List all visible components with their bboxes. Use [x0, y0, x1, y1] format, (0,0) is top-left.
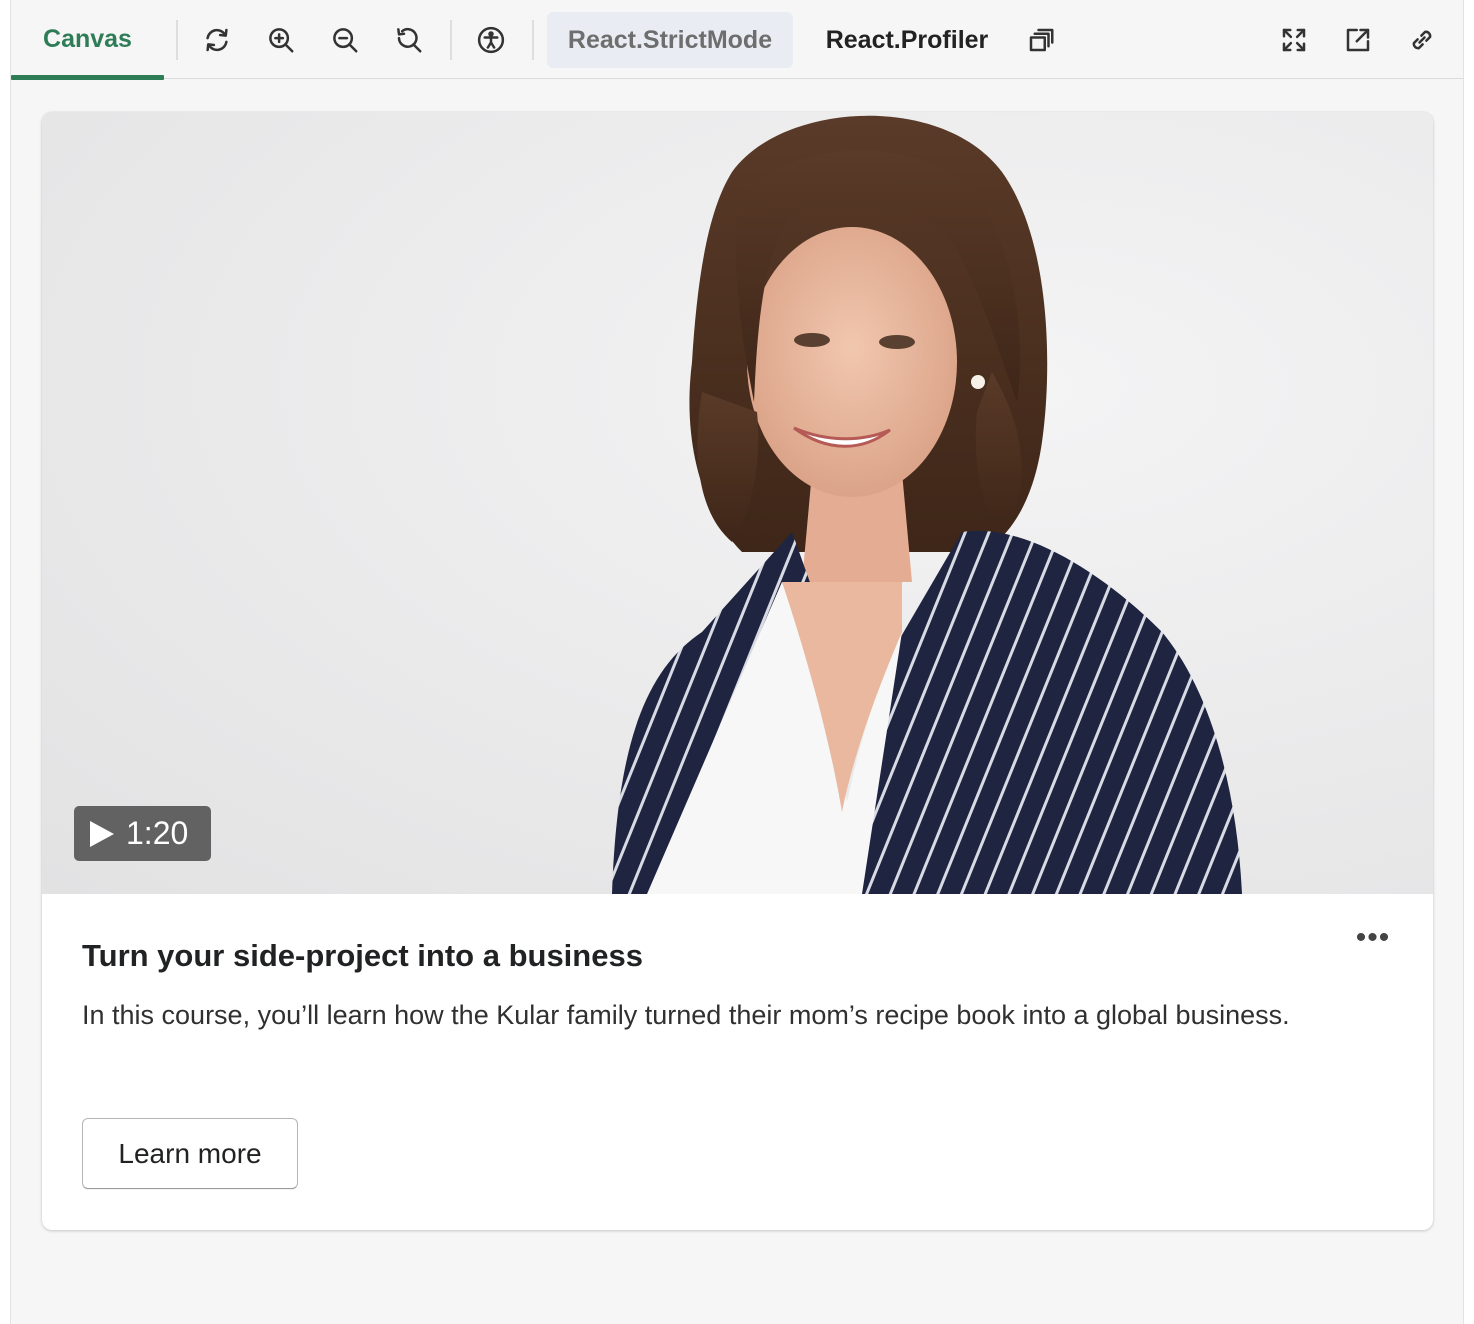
- video-duration: 1:20: [126, 815, 189, 851]
- accessibility-icon: [477, 26, 505, 54]
- tab-canvas-label: Canvas: [43, 25, 132, 53]
- profiler-label: React.Profiler: [825, 25, 989, 54]
- fullscreen-icon: [1282, 28, 1306, 52]
- copy-link-button[interactable]: [1402, 20, 1442, 60]
- zoom-reset-icon: [397, 28, 422, 53]
- zoom-out-button[interactable]: [325, 20, 365, 60]
- storybook-frame: Canvas React.StrictMode React.Profiler 1…: [10, 0, 1464, 1324]
- copy-link-icon: [1412, 30, 1432, 50]
- toolbar: Canvas React.StrictMode React.Profiler: [11, 0, 1463, 80]
- accessibility-button[interactable]: [471, 20, 511, 60]
- more-actions-button[interactable]: •••: [1348, 920, 1398, 956]
- card-description: In this course, you’ll learn how the Kul…: [82, 1000, 1290, 1030]
- open-new-tab-button[interactable]: [1338, 20, 1378, 60]
- fullscreen-button[interactable]: [1274, 20, 1314, 60]
- outline-button[interactable]: [1021, 20, 1061, 60]
- outline-icon: [1029, 28, 1054, 52]
- zoom-out-icon: [333, 28, 358, 53]
- more-icon: •••: [1355, 921, 1391, 954]
- tab-canvas[interactable]: Canvas: [11, 0, 164, 80]
- zoom-reset-button[interactable]: [389, 20, 429, 60]
- media-card: 1:20 Turn your side-project into a busin…: [42, 112, 1433, 1230]
- reload-icon: [206, 28, 228, 52]
- card-title: Turn your side-project into a business: [82, 938, 643, 973]
- zoom-in-button[interactable]: [261, 20, 301, 60]
- learn-more-button[interactable]: Learn more: [82, 1118, 298, 1189]
- toolbar-divider: [532, 20, 534, 60]
- strict-mode-toggle[interactable]: React.StrictMode: [547, 12, 793, 68]
- open-new-tab-icon: [1346, 28, 1370, 52]
- toolbar-divider: [176, 20, 178, 60]
- video-thumbnail[interactable]: 1:20: [42, 112, 1433, 894]
- strict-mode-label: React.StrictMode: [567, 25, 773, 54]
- video-duration-badge[interactable]: 1:20: [74, 806, 211, 861]
- reload-button[interactable]: [197, 20, 237, 60]
- play-icon: [90, 820, 114, 847]
- toolbar-divider: [450, 20, 452, 60]
- portrait-photo: [612, 115, 1242, 894]
- zoom-in-icon: [269, 28, 294, 53]
- profiler-toggle[interactable]: React.Profiler: [811, 12, 1003, 68]
